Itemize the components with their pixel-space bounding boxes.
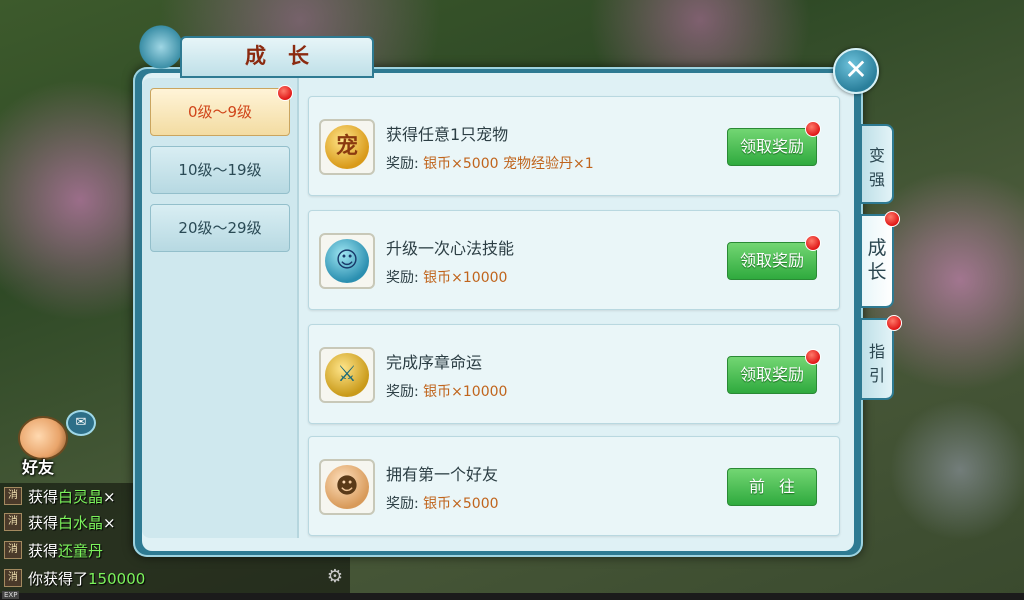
sword-emblem-icon: ⚔ bbox=[319, 347, 375, 403]
side-tab-label: 引 bbox=[868, 366, 885, 385]
chat-line: 消 你获得了150000 bbox=[0, 565, 145, 591]
notification-dot-icon bbox=[884, 211, 900, 227]
side-tab-label: 成 bbox=[867, 237, 887, 259]
notification-dot-icon bbox=[805, 349, 821, 365]
chat-line: 消 获得还童丹 bbox=[0, 537, 103, 563]
task-card: ☻ 拥有第一个好友 奖励: 银币×5000 前往 bbox=[308, 436, 840, 536]
task-title: 完成序章命运 bbox=[386, 353, 483, 372]
reward-label: 奖励: bbox=[386, 270, 419, 286]
notification-dot-icon bbox=[277, 85, 293, 101]
reward-label: 奖励: bbox=[386, 496, 419, 512]
reward-label: 奖励: bbox=[386, 156, 419, 172]
chat-line: 消 获得白水晶× bbox=[0, 509, 116, 535]
level-tab-0-9[interactable]: 0级～9级 bbox=[150, 88, 290, 136]
side-tab-growth[interactable]: 成 长 bbox=[860, 214, 894, 308]
side-tab-label: 变 bbox=[868, 146, 885, 165]
chat-text: 你获得了 bbox=[28, 569, 89, 588]
chat-tag: 消 bbox=[4, 541, 22, 559]
title-ornament-icon bbox=[136, 22, 186, 72]
chat-line: 消 获得白灵晶× bbox=[0, 483, 116, 509]
friend-label: 好友 bbox=[22, 458, 55, 477]
reward-value: 银币×10000 bbox=[423, 270, 508, 286]
chat-item-name: 白灵晶 bbox=[58, 487, 104, 506]
level-tab-20-29[interactable]: 20级～29级 bbox=[150, 204, 290, 252]
notification-dot-icon bbox=[805, 235, 821, 251]
chat-settings-gear-icon[interactable]: ⚙ bbox=[324, 566, 346, 588]
skill-icon-glyph: ☺ bbox=[325, 239, 369, 283]
pet-icon-glyph: 宠 bbox=[325, 125, 369, 169]
chat-item-name: 还童丹 bbox=[58, 541, 104, 560]
window-title: 成长 bbox=[180, 36, 374, 78]
side-tab-label: 长 bbox=[867, 261, 887, 283]
side-tab-strengthen[interactable]: 变 强 bbox=[860, 124, 894, 204]
task-card: ⚔ 完成序章命运 奖励: 银币×10000 领取奖励 bbox=[308, 324, 840, 424]
task-title: 拥有第一个好友 bbox=[386, 465, 499, 484]
friends-icon-glyph: ☻ bbox=[325, 465, 369, 509]
go-button[interactable]: 前往 bbox=[727, 468, 817, 506]
side-tab-guide[interactable]: 指 引 bbox=[860, 318, 894, 400]
notification-dot-icon bbox=[886, 315, 902, 331]
task-reward: 奖励: 银币×5000 bbox=[386, 493, 499, 513]
chat-item-name: 白水晶 bbox=[58, 513, 104, 532]
task-title: 升级一次心法技能 bbox=[386, 239, 515, 258]
task-card: ☺ 升级一次心法技能 奖励: 银币×10000 领取奖励 bbox=[308, 210, 840, 310]
chat-suffix: × bbox=[103, 513, 116, 532]
task-reward: 奖励: 银币×10000 bbox=[386, 381, 507, 401]
task-reward: 奖励: 银币×10000 bbox=[386, 267, 507, 287]
chat-text: 获得 bbox=[28, 513, 59, 532]
chat-suffix: × bbox=[103, 487, 116, 506]
friend-button[interactable]: ✉ 好友 bbox=[12, 410, 96, 478]
side-tab-label: 指 bbox=[868, 342, 885, 361]
close-button[interactable]: ✕ bbox=[833, 48, 879, 94]
chat-tag: 消 bbox=[4, 513, 22, 531]
task-title: 获得任意1只宠物 bbox=[386, 125, 509, 144]
chat-text: 获得 bbox=[28, 487, 59, 506]
task-card: 宠 获得任意1只宠物 奖励: 银币×5000 宠物经验丹×1 领取奖励 bbox=[308, 96, 840, 196]
claim-reward-button[interactable]: 领取奖励 bbox=[727, 128, 817, 166]
reward-value: 银币×5000 bbox=[423, 496, 499, 512]
notification-dot-icon bbox=[805, 121, 821, 137]
chat-tag: 消 bbox=[4, 487, 22, 505]
mail-icon[interactable]: ✉ bbox=[66, 410, 96, 436]
task-reward: 奖励: 银币×5000 宠物经验丹×1 bbox=[386, 153, 594, 173]
reward-value: 银币×5000 宠物经验丹×1 bbox=[423, 156, 594, 172]
pet-icon: 宠 bbox=[319, 119, 375, 175]
level-tab-10-19[interactable]: 10级～19级 bbox=[150, 146, 290, 194]
friends-icon: ☻ bbox=[319, 459, 375, 515]
reward-value: 银币×10000 bbox=[423, 384, 508, 400]
chat-tag: 消 bbox=[4, 569, 22, 587]
claim-reward-button[interactable]: 领取奖励 bbox=[727, 356, 817, 394]
sword-emblem-glyph: ⚔ bbox=[325, 353, 369, 397]
chat-text: 获得 bbox=[28, 541, 59, 560]
side-tab-label: 强 bbox=[868, 170, 885, 189]
exp-bar bbox=[0, 593, 1024, 600]
exp-label: EXP bbox=[2, 591, 20, 599]
chat-item-name: 150000 bbox=[88, 569, 146, 588]
skill-icon: ☺ bbox=[319, 233, 375, 289]
reward-label: 奖励: bbox=[386, 384, 419, 400]
claim-reward-button[interactable]: 领取奖励 bbox=[727, 242, 817, 280]
